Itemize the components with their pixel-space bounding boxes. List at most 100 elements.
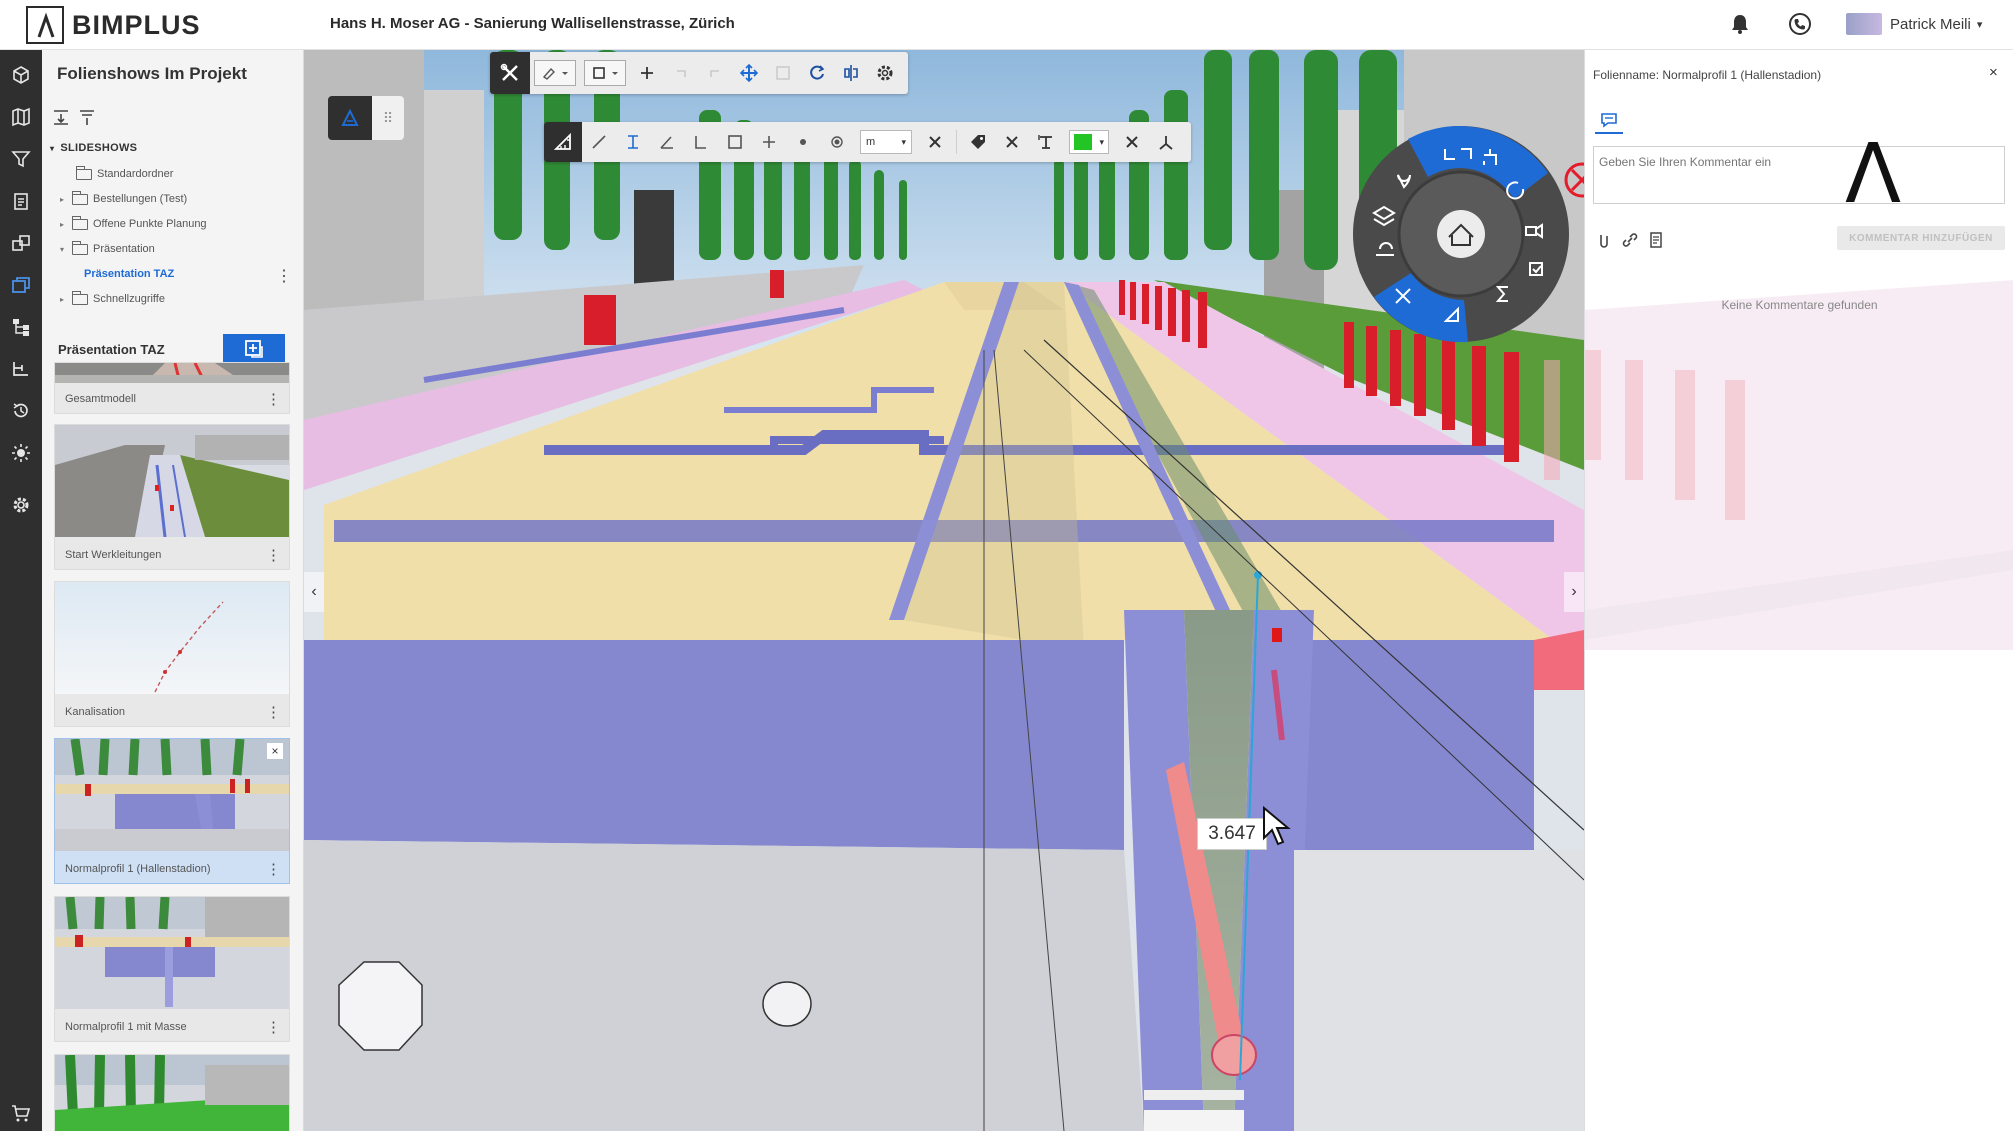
user-name: Patrick Meili	[1890, 15, 1971, 33]
add-comment-button[interactable]: KOMMENTAR HINZUFÜGEN	[1837, 226, 2005, 250]
notification-bell-icon[interactable]	[1729, 13, 1751, 40]
slide-item[interactable]: Kanalisation ⋮	[54, 581, 290, 727]
add-slide-button[interactable]	[223, 334, 285, 364]
cart-icon[interactable]	[8, 1100, 34, 1126]
panel-title: Folienshows Im Projekt	[57, 64, 247, 83]
measure-line-icon[interactable]	[582, 125, 616, 159]
chevron-right-icon[interactable]: ▸	[60, 220, 72, 229]
slide-more-icon[interactable]: ⋮	[266, 860, 281, 878]
measure-mode-icon[interactable]	[544, 122, 582, 162]
document-icon[interactable]	[1649, 232, 1663, 253]
tree-item-more-icon[interactable]: ⋮	[276, 266, 292, 286]
3d-viewport[interactable]: m ▾ ▾ ⠿ 3.647 ‹ ›	[304, 50, 1584, 1131]
slide-item-selected[interactable]: × Normalprofil 1 (Hallenstadion) ⋮	[54, 738, 290, 884]
collapse-all-icon[interactable]	[78, 108, 96, 131]
clear-measure-icon[interactable]	[918, 125, 952, 159]
comment-input[interactable]	[1593, 146, 2005, 204]
faded-scene-overlay	[1585, 280, 2013, 650]
tag-icon[interactable]	[961, 125, 995, 159]
markup-dropdown[interactable]	[534, 60, 576, 86]
rotate-icon[interactable]	[800, 56, 834, 90]
filter-icon[interactable]	[8, 146, 34, 172]
folder-icon	[72, 190, 88, 205]
measure-angle-icon[interactable]	[650, 125, 684, 159]
tools-icon[interactable]	[490, 52, 530, 94]
color-select[interactable]: ▾	[1069, 130, 1109, 154]
remove-tag-icon[interactable]	[995, 125, 1029, 159]
slide-more-icon[interactable]: ⋮	[266, 703, 281, 721]
text-annotation-icon[interactable]	[1029, 125, 1063, 159]
left-icon-rail	[0, 50, 42, 1131]
map-icon[interactable]	[8, 104, 34, 130]
measure-area-icon[interactable]	[684, 125, 718, 159]
folder-icon	[72, 240, 88, 255]
navigation-wheel[interactable]	[1348, 121, 1574, 347]
view-toolbar	[490, 52, 908, 94]
clipboard-icon[interactable]	[8, 188, 34, 214]
slides-icon[interactable]	[8, 272, 34, 298]
split-view-icon[interactable]	[834, 56, 868, 90]
measure-vertical-icon[interactable]	[616, 125, 650, 159]
settings-icon[interactable]	[868, 56, 902, 90]
measure-point-icon[interactable]	[752, 125, 786, 159]
chevron-right-icon[interactable]: ▸	[60, 295, 72, 304]
slide-more-icon[interactable]: ⋮	[266, 390, 281, 408]
tree-item-schnellzugriffe[interactable]: ▸ Schnellzugriffe	[60, 290, 165, 305]
tree-item-offene-punkte[interactable]: ▸ Offene Punkte Planung	[60, 215, 207, 230]
link-icon[interactable]	[1621, 232, 1639, 253]
section-box-dropdown[interactable]	[584, 60, 626, 86]
slide-more-icon[interactable]: ⋮	[266, 546, 281, 564]
user-menu[interactable]: Patrick Meili ▾	[1846, 13, 1982, 35]
snap-center-icon[interactable]	[820, 125, 854, 159]
coordinate-axes-icon[interactable]	[1149, 125, 1183, 159]
slide-item[interactable]: Normalprofil 1 mit Masse ⋮	[54, 896, 290, 1042]
toolbar-divider	[956, 130, 957, 154]
tree-item-praesentation[interactable]: ▾ Präsentation	[60, 240, 155, 255]
view-mode-icon[interactable]	[328, 96, 372, 140]
tree-item-standardordner[interactable]: Standardordner	[64, 165, 173, 180]
chevron-down-icon: ▾	[901, 136, 906, 147]
hierarchy-icon[interactable]	[8, 314, 34, 340]
fit-icon	[766, 56, 800, 90]
add-icon[interactable]	[630, 56, 664, 90]
slide-item[interactable]: Gesamtmodell ⋮	[54, 362, 290, 414]
chevron-left-icon[interactable]: ‹	[304, 572, 324, 612]
chevron-right-icon[interactable]: ▸	[60, 195, 72, 204]
close-icon[interactable]: ×	[1989, 64, 1998, 81]
support-phone-icon[interactable]	[1788, 12, 1812, 41]
layers-icon[interactable]	[8, 230, 34, 256]
bimplus-logo-icon	[26, 6, 64, 44]
sun-icon[interactable]	[8, 440, 34, 466]
slideshows-heading[interactable]: ▾ SLIDESHOWS	[50, 142, 137, 154]
tree-icon[interactable]	[8, 356, 34, 382]
chevron-down-icon[interactable]: ▾	[60, 245, 72, 254]
drag-handle-icon[interactable]: ⠿	[372, 96, 404, 140]
cursor-glyph: Λ	[1845, 127, 1902, 222]
snap-point-icon[interactable]	[786, 125, 820, 159]
bimplus-logo[interactable]: BIMPLUS	[26, 6, 201, 44]
cube-icon[interactable]	[8, 62, 34, 88]
chevron-down-icon: ▾	[1099, 136, 1104, 147]
slide-thumbnail	[55, 582, 289, 694]
slide-item[interactable]: Start Werkleitungen ⋮	[54, 424, 290, 570]
tree-item-bestellungen[interactable]: ▸ Bestellungen (Test)	[60, 190, 187, 205]
project-title: Hans H. Moser AG - Sanierung Wallisellen…	[330, 15, 735, 32]
attachment-icon[interactable]	[1597, 232, 1611, 253]
measure-box-icon[interactable]	[718, 125, 752, 159]
gear-icon[interactable]	[8, 492, 34, 518]
pan-icon[interactable]	[732, 56, 766, 90]
clear-annotation-icon[interactable]	[1115, 125, 1149, 159]
clear-section-icon[interactable]	[1562, 160, 1584, 200]
comments-tab[interactable]	[1595, 108, 1623, 134]
history-icon[interactable]	[8, 398, 34, 424]
tree-item-praesentation-taz[interactable]: Präsentation TAZ	[84, 268, 174, 280]
slide-more-icon[interactable]: ⋮	[266, 1018, 281, 1036]
chevron-right-icon[interactable]: ›	[1564, 572, 1584, 612]
view-mode-toggle[interactable]: ⠿	[328, 96, 404, 140]
expand-all-icon[interactable]	[52, 108, 70, 131]
chevron-down-icon: ▾	[1976, 18, 1983, 31]
slide-caption: Kanalisation	[65, 706, 125, 718]
slide-item[interactable]	[54, 1054, 290, 1131]
close-icon[interactable]: ×	[267, 743, 283, 759]
unit-select[interactable]: m ▾	[860, 130, 912, 154]
